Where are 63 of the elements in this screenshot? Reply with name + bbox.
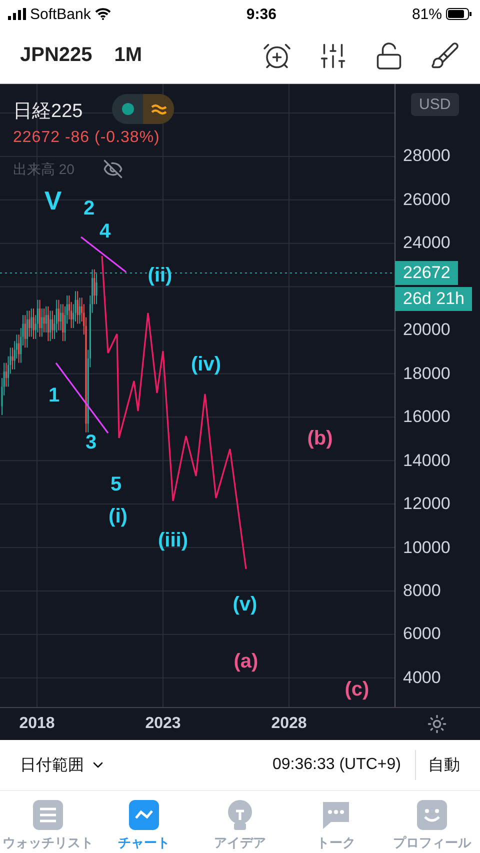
wave-label: (b) — [307, 428, 333, 450]
auto-scale-button[interactable]: 自動 — [416, 754, 460, 776]
wave-label: (v) — [232, 594, 258, 616]
wave-label: (c) — [344, 678, 370, 702]
smiley-icon — [416, 799, 448, 831]
price-tick: 20000 — [403, 320, 450, 340]
price-tick: 26000 — [403, 190, 450, 210]
year-label: 2023 — [145, 715, 181, 733]
tab-item[interactable]: ウォッチリスト — [0, 791, 96, 853]
tab-item[interactable]: アイデア — [192, 791, 288, 853]
year-label: 2028 — [271, 715, 307, 733]
wave-label: 1 — [48, 384, 60, 408]
price-tick: 28000 — [403, 146, 450, 166]
interval-label[interactable]: 1M — [114, 44, 142, 67]
countdown-tag: 26d 21h — [395, 287, 472, 311]
wave-label: (ii) — [148, 264, 172, 288]
wave-label: V — [44, 186, 62, 216]
instrument-name: 日経225 — [13, 100, 83, 124]
tab-item[interactable]: トーク — [288, 791, 384, 853]
price-tick: 12000 — [403, 494, 450, 514]
tab-item[interactable]: チャート — [96, 791, 192, 853]
wifi-icon — [94, 8, 111, 20]
price-tick: 4000 — [403, 668, 441, 688]
price-tick: 8000 — [403, 580, 441, 601]
wave-label: 4 — [99, 220, 111, 244]
clock-readout: 09:36:33 (UTC+9) — [272, 750, 416, 780]
trend-line — [80, 236, 126, 273]
status-pill[interactable] — [112, 94, 174, 124]
eye-off-icon[interactable] — [103, 159, 123, 179]
wave-label: (iii) — [158, 530, 188, 552]
price-quote: 22672 -86 (-0.38%) — [13, 129, 160, 147]
wave-label: 2 — [83, 198, 95, 220]
tab-item[interactable]: プロフィール — [384, 791, 480, 853]
brush-icon[interactable] — [430, 40, 460, 70]
currency-label[interactable]: USD — [411, 93, 459, 116]
carrier-name: SoftBank — [30, 6, 91, 22]
wave-label: (a) — [234, 650, 258, 674]
wave-label: (iv) — [191, 354, 221, 376]
market-status-dot — [122, 103, 134, 115]
clock-time: 9:36 — [246, 6, 276, 22]
price-tick: 10000 — [403, 538, 450, 558]
wave-label: (i) — [108, 506, 128, 528]
price-tick: 24000 — [403, 233, 450, 254]
price-tick: 6000 — [403, 624, 441, 644]
battery-percent: 81% — [412, 6, 442, 22]
sun-icon[interactable] — [427, 714, 447, 734]
price-tag: 22672 — [395, 261, 458, 285]
volume-label: 出来高 20 — [13, 161, 74, 179]
price-tick: 18000 — [403, 364, 450, 384]
approx-icon — [150, 102, 168, 116]
signal-icon — [8, 8, 26, 20]
chat-bubble-icon — [320, 799, 352, 831]
price-tick: 14000 — [403, 450, 450, 471]
date-range-button[interactable]: 日付範囲 — [20, 754, 106, 776]
price-tick: 16000 — [403, 407, 450, 428]
wave-label: 5 — [110, 474, 122, 496]
list-icon — [32, 799, 64, 831]
year-label: 2018 — [19, 715, 55, 733]
chart-icon — [128, 799, 160, 831]
battery-icon — [446, 8, 472, 20]
unlocked-padlock-icon[interactable] — [374, 40, 404, 70]
wave-label: 3 — [85, 432, 97, 454]
symbol-name[interactable]: JPN225 — [20, 44, 92, 67]
